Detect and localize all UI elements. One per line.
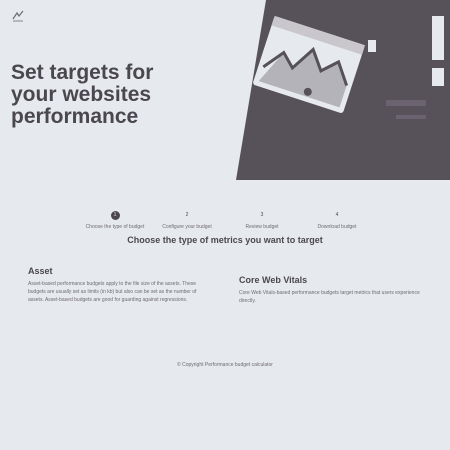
step-number: 2: [185, 212, 189, 218]
card-description: Asset-based performance budgets apply to…: [28, 281, 197, 303]
asset-budget-option[interactable]: Asset Asset-based performance budgets ap…: [28, 266, 213, 304]
top-navigation: [12, 9, 252, 23]
stepper: 1 Choose the type of budget 2 Configure …: [70, 203, 370, 230]
card-description: Core Web Vitals-based performance budget…: [239, 290, 420, 304]
hero-title: Set targets for your websites performanc…: [11, 61, 154, 128]
card-title: Core Web Vitals: [239, 275, 308, 285]
core-web-vitals-budget-option[interactable]: Core Web Vitals Core Web Vitals-based pe…: [239, 275, 424, 305]
hero-illustration: [236, 0, 450, 180]
step-number: 3: [260, 212, 264, 218]
step-number: 1: [110, 211, 120, 220]
step-label: Download budget: [317, 224, 357, 230]
section-title: Choose the type of metrics you want to t…: [127, 235, 323, 245]
site-logo-icon[interactable]: [12, 10, 24, 22]
card-title: Asset: [28, 266, 53, 276]
footer-copyright: © Copyright Performance budget calculato…: [177, 362, 273, 368]
step-4[interactable]: 4 Download budget: [292, 203, 382, 230]
step-number: 4: [335, 212, 339, 218]
